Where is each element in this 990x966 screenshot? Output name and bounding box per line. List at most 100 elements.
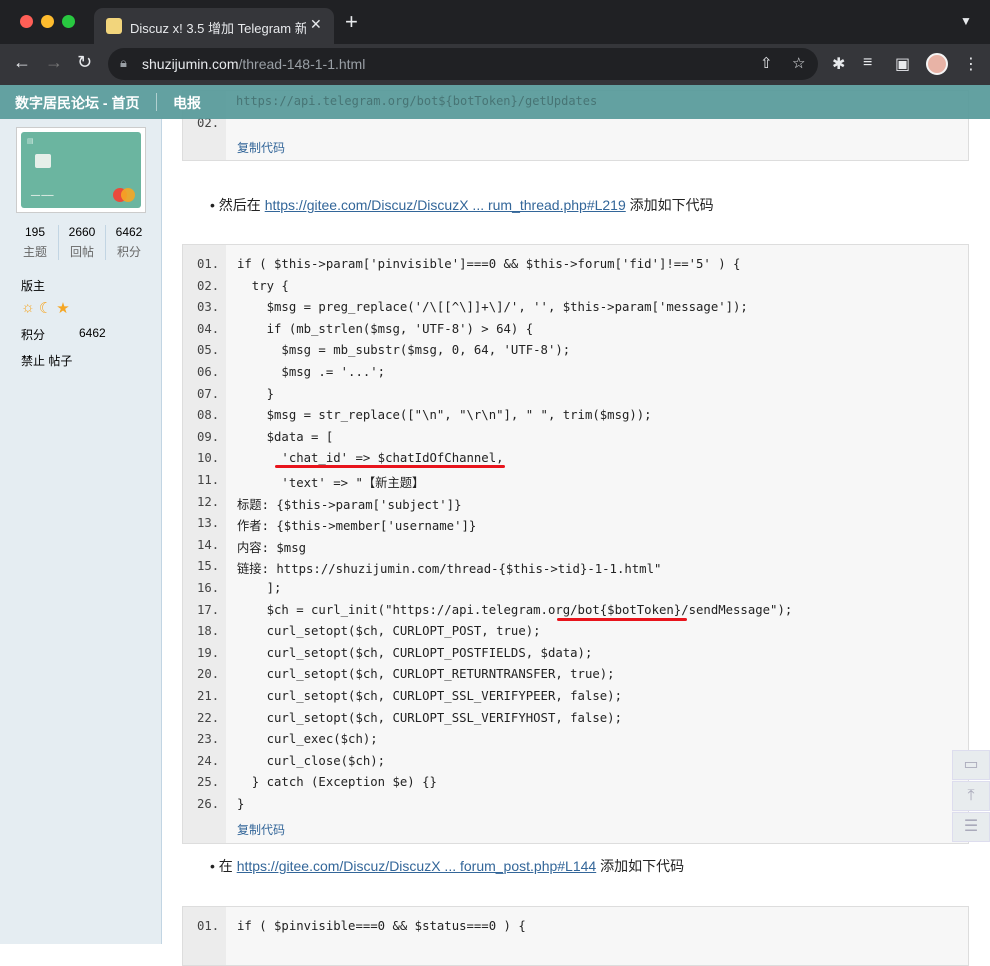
line-number: 22. xyxy=(197,710,220,725)
sun-icon: ☼ xyxy=(21,299,35,316)
card-chip-icon xyxy=(35,154,51,168)
reload-icon[interactable]: ↻ xyxy=(77,52,92,73)
code-text: try { xyxy=(237,278,289,293)
close-window-button[interactable] xyxy=(20,15,33,28)
back-icon[interactable]: ← xyxy=(13,52,31,73)
stat-threads[interactable]: 195 主题 xyxy=(12,225,59,260)
code-text: } xyxy=(237,386,275,401)
minimize-window-button[interactable] xyxy=(41,15,54,28)
line-number: 17. xyxy=(197,602,220,617)
code-text: if ( $this->param['pinvisible']===0 && $… xyxy=(237,257,741,271)
code-text: 标题: {$this->param['subject']} xyxy=(237,497,462,512)
floating-toolbar: ▭ ⤒ ☰ xyxy=(952,750,990,843)
stat-value: 2660 xyxy=(68,225,96,239)
line-number: 01. xyxy=(197,919,220,933)
close-tab-icon[interactable]: ✕ xyxy=(310,16,322,33)
stat-label: 积分 xyxy=(116,245,141,259)
line-number: 06. xyxy=(197,365,220,379)
line-number: 19. xyxy=(197,645,220,660)
points-label: 积分 xyxy=(21,328,46,342)
back-to-top-icon[interactable]: ⤒ xyxy=(952,781,990,811)
line-number: 25. xyxy=(197,775,220,790)
stat-points[interactable]: 6462 积分 xyxy=(106,225,152,260)
code-text: 'text' => "【新主题】 xyxy=(237,476,425,490)
code-text: 链接: https://shuzijumin.com/thread-{$this… xyxy=(237,562,662,577)
forward-icon[interactable]: → xyxy=(45,52,63,73)
line-number: 14. xyxy=(197,537,220,552)
code-text: 内容: $msg xyxy=(237,540,307,555)
line-gutter xyxy=(183,907,226,965)
line-number: 23. xyxy=(197,732,220,747)
copy-code-link[interactable]: 复制代码 xyxy=(237,821,285,838)
line-number: 15. xyxy=(197,559,220,574)
card-name-stripe: ━━━ ━━━━ xyxy=(31,193,54,199)
bookmark-star-icon[interactable]: ☆ xyxy=(792,54,805,72)
instruction-list-item: • 然后在 https://gitee.com/Discuz/DiscuzX .… xyxy=(210,197,714,213)
stat-value: 6462 xyxy=(115,225,143,239)
code-block-next: 01. if ( $pinvisible===0 && $status===0 )… xyxy=(182,906,969,966)
highlight-underline xyxy=(557,618,687,621)
source-link[interactable]: https://gitee.com/Discuz/DiscuzX ... rum… xyxy=(265,197,626,213)
media-control-icon[interactable]: ≡ xyxy=(863,54,872,72)
line-number: 18. xyxy=(197,624,220,639)
line-number: 03. xyxy=(197,300,220,315)
code-text: } xyxy=(237,797,245,811)
code-text: 'chat_id' => $chatIdOfChannel, xyxy=(237,451,504,466)
line-number: 09. xyxy=(197,429,220,444)
code-text: if ( $pinvisible===0 && $status===0 ) { xyxy=(237,919,526,933)
tab-title: Discuz x! 3.5 增加 Telegram 新帖 xyxy=(130,21,306,36)
code-text: $ch = curl_init("https://api.telegram.or… xyxy=(237,602,793,617)
more-menu-icon[interactable]: ⋮ xyxy=(963,54,979,74)
share-icon[interactable]: ⇧ xyxy=(760,54,773,72)
code-text: $msg = preg_replace('/\[[^\]]+\]/', '', … xyxy=(237,300,748,315)
code-text: curl_setopt($ch, CURLOPT_SSL_VERIFYHOST,… xyxy=(237,710,622,725)
nav-telegram-link[interactable]: 电报 xyxy=(173,93,201,113)
zoom-window-button[interactable] xyxy=(62,15,75,28)
extensions-icon[interactable]: ✱ xyxy=(832,54,845,74)
browser-tab[interactable]: Discuz x! 3.5 增加 Telegram 新帖 ✕ xyxy=(94,8,334,44)
nav-home-link[interactable]: 数字居民论坛 - 首页 xyxy=(15,93,139,113)
line-number: 20. xyxy=(197,667,220,682)
mastercard-circle-icon xyxy=(121,188,135,202)
moon-icon: ☾ xyxy=(38,300,53,317)
url-domain: shuzijumin.com xyxy=(142,56,239,72)
line-number: 26. xyxy=(197,797,220,811)
address-bar[interactable]: 🔒︎ shuzijumin.com/thread-148-1-1.html ⇧ … xyxy=(108,48,818,80)
url-path: /thread-148-1-1.html xyxy=(238,56,366,72)
list-view-icon[interactable]: ☰ xyxy=(952,812,990,842)
code-text: $msg .= '...'; xyxy=(237,365,386,379)
browser-tab-strip: Discuz x! 3.5 增加 Telegram 新帖 ✕ + ▼ xyxy=(0,0,990,44)
code-text: } catch (Exception $e) {} xyxy=(237,775,437,790)
line-number: 13. xyxy=(197,516,220,531)
lock-icon: 🔒︎ xyxy=(120,55,127,70)
highlight-underline xyxy=(275,465,505,468)
favicon-icon xyxy=(106,18,122,34)
new-tab-icon[interactable]: + xyxy=(345,11,358,33)
window-controls xyxy=(20,15,75,28)
reply-comment-icon[interactable]: ▭ xyxy=(952,750,990,780)
line-number: 07. xyxy=(197,386,220,401)
ban-posts-link[interactable]: 禁止 帖子 xyxy=(21,352,72,369)
user-rank[interactable]: 版主 xyxy=(21,277,45,294)
side-panel-icon[interactable]: ▣ xyxy=(895,54,910,74)
card-image: ▤ ━━━ ━━━━ xyxy=(21,132,141,208)
nav-divider xyxy=(156,93,157,111)
code-text: ]; xyxy=(237,581,282,595)
code-text: curl_exec($ch); xyxy=(237,732,378,747)
stat-label: 主题 xyxy=(22,245,47,259)
instruction-suffix: 添加如下代码 xyxy=(596,858,685,874)
tab-search-chevron-icon[interactable]: ▼ xyxy=(960,14,972,28)
rank-badges: ☼ ☾ ★ xyxy=(21,299,70,317)
copy-code-link[interactable]: 复制代码 xyxy=(237,139,285,156)
browser-toolbar: ← → ↻ 🔒︎ shuzijumin.com/thread-148-1-1.h… xyxy=(0,44,990,85)
avatar[interactable]: ▤ ━━━ ━━━━ xyxy=(16,127,146,213)
profile-avatar[interactable] xyxy=(926,53,948,75)
source-link[interactable]: https://gitee.com/Discuz/DiscuzX ... for… xyxy=(237,858,597,874)
instruction-list-item: • 在 https://gitee.com/Discuz/DiscuzX ...… xyxy=(210,858,685,874)
code-text: $msg = mb_substr($msg, 0, 64, 'UTF-8'); xyxy=(237,343,571,358)
stat-replies[interactable]: 2660 回帖 xyxy=(59,225,106,260)
star-icon: ★ xyxy=(56,300,70,317)
line-number: 05. xyxy=(197,343,220,358)
line-number: 12. xyxy=(197,494,220,509)
code-text: curl_setopt($ch, CURLOPT_RETURNTRANSFER,… xyxy=(237,667,615,682)
